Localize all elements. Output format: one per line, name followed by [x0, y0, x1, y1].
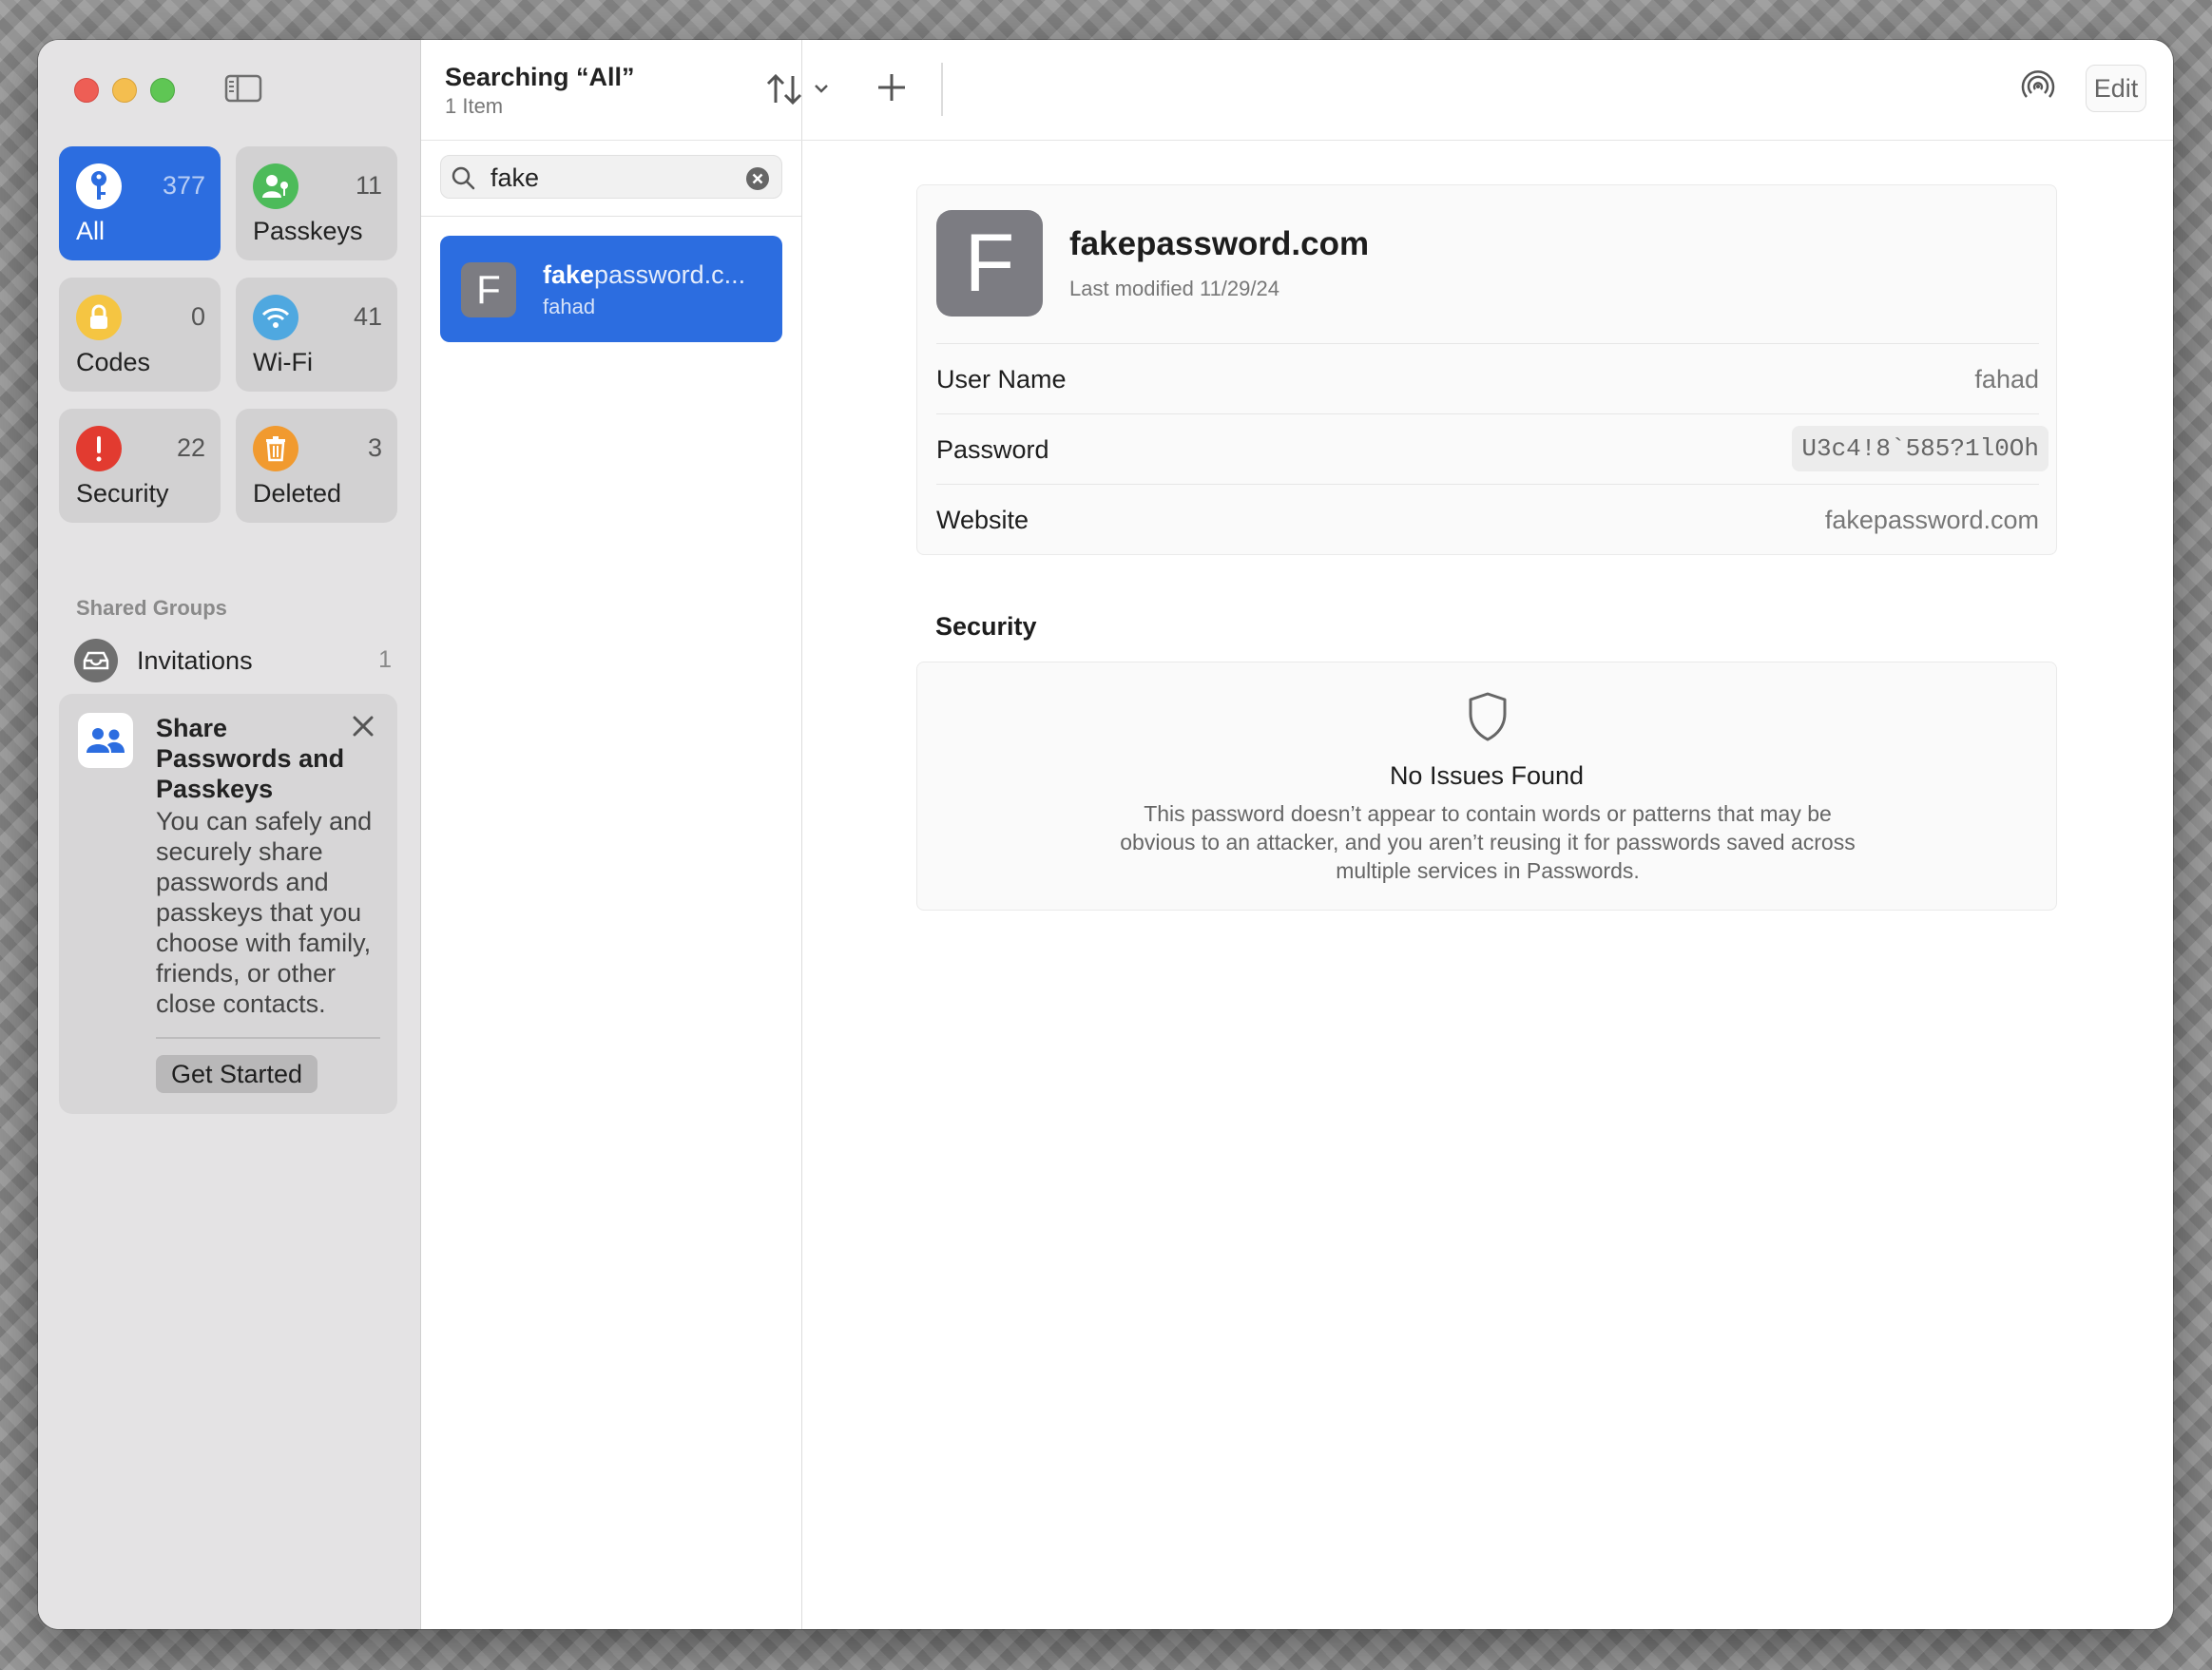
- add-icon[interactable]: [873, 68, 911, 106]
- shared-groups-header: Shared Groups: [76, 596, 227, 620]
- tile-count: 0: [190, 302, 205, 331]
- tile-label: Deleted: [253, 479, 342, 508]
- tile-all[interactable]: 377 All: [59, 146, 221, 260]
- zoom-window-button[interactable]: [150, 78, 175, 103]
- tile-count: 377: [162, 171, 205, 200]
- share-card-body: You can safely and securely share passwo…: [156, 807, 373, 1018]
- item-title-rest: password.c...: [594, 260, 746, 289]
- people-icon: [78, 713, 133, 768]
- tile-label: All: [76, 217, 106, 245]
- credential-title: fakepassword.com: [1069, 225, 1370, 262]
- credential-avatar: F: [936, 210, 1043, 317]
- item-username: fahad: [543, 295, 596, 318]
- passkey-icon: [253, 163, 298, 209]
- tile-label: Passkeys: [253, 217, 363, 245]
- credential-card: F fakepassword.com Last modified 11/29/2…: [916, 184, 2057, 555]
- tile-count: 41: [353, 302, 382, 331]
- search-field[interactable]: [440, 155, 782, 199]
- item-title: fakepassword.c...: [543, 260, 745, 290]
- lock-icon: [76, 295, 122, 340]
- airdrop-icon[interactable]: [2017, 67, 2059, 108]
- results-pane: Searching “All” 1 Item F fakepassword.c.…: [421, 40, 802, 1629]
- website-row[interactable]: Website fakepassword.com: [936, 484, 2039, 553]
- website-value[interactable]: fakepassword.com: [1825, 506, 2039, 535]
- username-row[interactable]: User Name fahad: [936, 343, 2039, 413]
- share-passwords-card: Share Passwords and Passkeys You can saf…: [59, 694, 397, 1114]
- inbox-icon: [74, 639, 118, 682]
- username-label: User Name: [936, 365, 1067, 394]
- trash-icon: [253, 426, 298, 471]
- get-started-button[interactable]: Get Started: [156, 1055, 318, 1093]
- search-input[interactable]: [489, 160, 730, 196]
- edit-button[interactable]: Edit: [2086, 65, 2146, 112]
- item-avatar: F: [461, 262, 516, 317]
- tile-codes[interactable]: 0 Codes: [59, 278, 221, 392]
- tile-count: 3: [367, 433, 382, 462]
- sidebar: 377 All 11 Passkeys 0 Codes 41 Wi-Fi 22 …: [38, 40, 421, 1629]
- password-row[interactable]: Password U3c4!8`585?1l0Oh: [936, 413, 2049, 483]
- tile-count: 22: [176, 433, 205, 462]
- search-icon: [452, 166, 475, 190]
- list-item[interactable]: F fakepassword.c... fahad: [440, 236, 782, 342]
- password-value[interactable]: U3c4!8`585?1l0Oh: [1792, 426, 2049, 471]
- sort-icon[interactable]: [764, 70, 840, 108]
- item-title-match: fake: [543, 260, 595, 289]
- tile-label: Wi-Fi: [253, 348, 313, 376]
- username-value[interactable]: fahad: [1974, 365, 2039, 394]
- last-modified: Last modified 11/29/24: [1069, 277, 1279, 300]
- tile-label: Security: [76, 479, 169, 508]
- share-card-title: Share Passwords and Passkeys: [156, 714, 345, 803]
- passwords-window: 377 All 11 Passkeys 0 Codes 41 Wi-Fi 22 …: [38, 40, 2173, 1629]
- tile-count: 11: [355, 171, 382, 200]
- divider: [156, 1037, 380, 1039]
- search-bar: [421, 140, 801, 217]
- clear-search-icon[interactable]: [745, 166, 770, 191]
- security-heading: No Issues Found: [1389, 761, 1585, 790]
- website-label: Website: [936, 506, 1029, 534]
- minimize-window-button[interactable]: [112, 78, 137, 103]
- key-icon: [76, 163, 122, 209]
- tile-passkeys[interactable]: 11 Passkeys: [236, 146, 397, 260]
- tile-label: Codes: [76, 348, 151, 376]
- sidebar-toggle-icon[interactable]: [224, 73, 262, 104]
- shield-icon: [1469, 692, 1507, 741]
- password-label: Password: [936, 435, 1049, 464]
- result-count: 1 Item: [445, 94, 504, 118]
- security-section-title: Security: [935, 612, 1037, 641]
- sidebar-item-invitations[interactable]: Invitations 1: [74, 637, 403, 684]
- close-icon[interactable]: [350, 713, 376, 739]
- tile-deleted[interactable]: 3 Deleted: [236, 409, 397, 523]
- page-title: Searching “All”: [445, 63, 635, 91]
- detail-pane: F fakepassword.com Last modified 11/29/2…: [802, 141, 2173, 1629]
- tile-security[interactable]: 22 Security: [59, 409, 221, 523]
- toolbar-divider: [941, 63, 943, 116]
- tile-wifi[interactable]: 41 Wi-Fi: [236, 278, 397, 392]
- invitations-count: 1: [378, 646, 392, 673]
- close-window-button[interactable]: [74, 78, 99, 103]
- exclamation-icon: [76, 426, 122, 471]
- security-description: This password doesn’t appear to contain …: [1120, 801, 1856, 883]
- security-card: No Issues Found This password doesn’t ap…: [916, 662, 2057, 911]
- wifi-icon: [253, 295, 298, 340]
- invitations-label: Invitations: [137, 646, 253, 675]
